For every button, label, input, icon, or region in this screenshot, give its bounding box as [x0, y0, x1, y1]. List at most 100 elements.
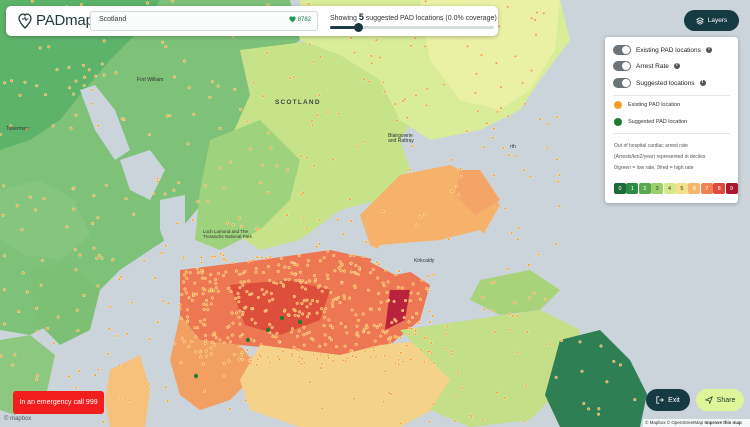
- existing-pad-marker[interactable]: [524, 384, 528, 388]
- existing-pad-marker[interactable]: [241, 310, 245, 314]
- existing-pad-marker[interactable]: [302, 361, 306, 365]
- existing-pad-marker[interactable]: [499, 106, 503, 110]
- existing-pad-marker[interactable]: [184, 291, 188, 295]
- existing-pad-marker[interactable]: [302, 216, 306, 220]
- existing-pad-marker[interactable]: [203, 334, 207, 338]
- existing-pad-marker[interactable]: [384, 268, 388, 272]
- existing-pad-marker[interactable]: [411, 316, 415, 320]
- existing-pad-marker[interactable]: [298, 355, 302, 359]
- existing-pad-marker[interactable]: [172, 188, 176, 192]
- existing-pad-marker[interactable]: [348, 197, 352, 201]
- existing-pad-marker[interactable]: [422, 360, 426, 364]
- existing-pad-marker[interactable]: [376, 276, 380, 280]
- existing-pad-marker[interactable]: [283, 278, 287, 282]
- existing-pad-marker[interactable]: [300, 285, 304, 289]
- existing-pad-marker[interactable]: [446, 325, 450, 329]
- existing-pad-marker[interactable]: [395, 119, 399, 123]
- existing-pad-marker[interactable]: [407, 320, 411, 324]
- existing-pad-marker[interactable]: [244, 398, 248, 402]
- existing-pad-marker[interactable]: [206, 308, 210, 312]
- existing-pad-marker[interactable]: [52, 341, 56, 345]
- existing-pad-marker[interactable]: [187, 345, 191, 349]
- existing-pad-marker[interactable]: [269, 292, 273, 296]
- existing-pad-marker[interactable]: [338, 301, 342, 305]
- existing-pad-marker[interactable]: [522, 419, 526, 423]
- existing-pad-marker[interactable]: [194, 335, 198, 339]
- existing-pad-marker[interactable]: [449, 352, 453, 356]
- existing-pad-marker[interactable]: [282, 283, 286, 287]
- existing-pad-marker[interactable]: [305, 305, 309, 309]
- existing-pad-marker[interactable]: [554, 242, 558, 246]
- existing-pad-marker[interactable]: [254, 270, 258, 274]
- existing-pad-marker[interactable]: [55, 68, 59, 72]
- existing-pad-marker[interactable]: [3, 288, 6, 292]
- existing-pad-marker[interactable]: [382, 284, 386, 288]
- existing-pad-marker[interactable]: [299, 362, 303, 366]
- existing-pad-marker[interactable]: [513, 301, 517, 305]
- existing-pad-marker[interactable]: [286, 313, 290, 317]
- existing-pad-marker[interactable]: [275, 164, 279, 168]
- existing-pad-marker[interactable]: [47, 45, 51, 49]
- existing-pad-marker[interactable]: [132, 212, 136, 216]
- existing-pad-marker[interactable]: [182, 256, 186, 260]
- existing-pad-marker[interactable]: [3, 254, 6, 258]
- existing-pad-marker[interactable]: [210, 296, 214, 300]
- existing-pad-marker[interactable]: [510, 231, 514, 235]
- existing-pad-marker[interactable]: [42, 197, 46, 201]
- existing-pad-marker[interactable]: [290, 271, 294, 275]
- existing-pad-marker[interactable]: [271, 334, 275, 338]
- existing-pad-marker[interactable]: [318, 218, 322, 222]
- existing-pad-marker[interactable]: [335, 345, 339, 349]
- existing-pad-marker[interactable]: [156, 320, 160, 324]
- existing-pad-marker[interactable]: [268, 361, 272, 365]
- existing-pad-marker[interactable]: [185, 320, 189, 324]
- existing-pad-marker[interactable]: [210, 255, 214, 259]
- existing-pad-marker[interactable]: [297, 329, 301, 333]
- existing-pad-marker[interactable]: [170, 0, 174, 3]
- existing-pad-marker[interactable]: [285, 213, 289, 217]
- existing-pad-marker[interactable]: [97, 253, 101, 257]
- existing-pad-marker[interactable]: [474, 72, 478, 76]
- existing-pad-marker[interactable]: [241, 283, 245, 287]
- existing-pad-marker[interactable]: [74, 79, 78, 83]
- existing-pad-marker[interactable]: [228, 160, 232, 164]
- existing-pad-marker[interactable]: [190, 298, 194, 302]
- existing-pad-marker[interactable]: [315, 357, 319, 361]
- existing-pad-marker[interactable]: [203, 276, 207, 280]
- existing-pad-marker[interactable]: [497, 24, 501, 28]
- existing-pad-marker[interactable]: [298, 270, 302, 274]
- existing-pad-marker[interactable]: [56, 315, 60, 319]
- existing-pad-marker[interactable]: [243, 269, 247, 273]
- toggle-switch[interactable]: [613, 45, 631, 55]
- existing-pad-marker[interactable]: [34, 208, 38, 212]
- existing-pad-marker[interactable]: [377, 262, 381, 266]
- existing-pad-marker[interactable]: [165, 114, 169, 118]
- existing-pad-marker[interactable]: [516, 237, 520, 241]
- existing-pad-marker[interactable]: [205, 303, 209, 307]
- existing-pad-marker[interactable]: [392, 299, 396, 303]
- existing-pad-marker[interactable]: [511, 314, 515, 318]
- existing-pad-marker[interactable]: [297, 359, 301, 363]
- existing-pad-marker[interactable]: [214, 336, 218, 340]
- existing-pad-marker[interactable]: [25, 290, 29, 294]
- existing-pad-marker[interactable]: [405, 344, 409, 348]
- existing-pad-marker[interactable]: [72, 186, 76, 190]
- existing-pad-marker[interactable]: [342, 358, 346, 362]
- existing-pad-marker[interactable]: [425, 87, 429, 91]
- existing-pad-marker[interactable]: [196, 271, 200, 275]
- existing-pad-marker[interactable]: [525, 330, 529, 334]
- existing-pad-marker[interactable]: [372, 323, 376, 327]
- existing-pad-marker[interactable]: [117, 277, 121, 281]
- existing-pad-marker[interactable]: [292, 308, 296, 312]
- existing-pad-marker[interactable]: [77, 369, 81, 373]
- existing-pad-marker[interactable]: [283, 308, 287, 312]
- existing-pad-marker[interactable]: [292, 345, 296, 349]
- existing-pad-marker[interactable]: [425, 286, 429, 290]
- existing-pad-marker[interactable]: [495, 110, 499, 114]
- existing-pad-marker[interactable]: [405, 116, 409, 120]
- existing-pad-marker[interactable]: [90, 88, 94, 92]
- existing-pad-marker[interactable]: [166, 399, 170, 403]
- existing-pad-marker[interactable]: [320, 362, 324, 366]
- existing-pad-marker[interactable]: [453, 419, 457, 423]
- existing-pad-marker[interactable]: [191, 218, 195, 222]
